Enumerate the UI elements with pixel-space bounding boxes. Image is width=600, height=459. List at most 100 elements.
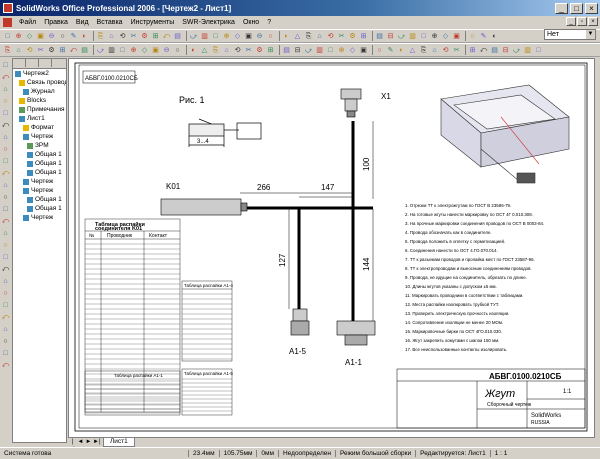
tree-node[interactable]: Blocks [13,96,66,105]
left-toolbar-tool-icon[interactable]: ⤺ [1,73,10,82]
toolbar-tool-icon[interactable]: ⌂ [430,46,439,55]
tree-node[interactable]: Лист1 [13,114,66,123]
toolbar-tool-icon[interactable]: ⊟ [501,46,510,55]
toolbar-tool-icon[interactable]: ◐ [490,32,499,41]
toolbar-tool-icon[interactable]: ◇ [140,46,149,55]
maximize-button[interactable]: □ [570,2,583,14]
toolbar-tool-icon[interactable]: ⊖ [255,32,264,41]
toolbar-tool-icon[interactable]: ⌂ [315,32,324,41]
tree-node[interactable]: Общая 1 [13,204,66,213]
toolbar-tool-icon[interactable]: ⊞ [58,46,67,55]
toolbar-tool-icon[interactable]: ⊞ [266,46,275,55]
tree-node[interactable]: Общая 1 [13,159,66,168]
toolbar-tool-icon[interactable]: ⚙ [348,32,357,41]
close-button[interactable]: × [585,2,598,14]
tree-node[interactable]: Общая 1 [13,195,66,204]
left-toolbar-tool-icon[interactable]: ○ [1,193,10,202]
toolbar-tool-icon[interactable]: ◐ [80,32,89,41]
toolbar-tool-icon[interactable]: ⊕ [129,46,138,55]
toolbar-tool-icon[interactable]: ▣ [244,32,253,41]
left-toolbar-tool-icon[interactable]: ○ [1,97,10,106]
toolbar-tool-icon[interactable]: ✂ [129,32,138,41]
chevron-down-icon[interactable]: ▼ [586,30,595,39]
toolbar-tool-icon[interactable]: ⊟ [293,46,302,55]
toolbar-tool-icon[interactable]: ◇ [348,46,357,55]
toolbar-tool-icon[interactable]: ▥ [523,46,532,55]
toolbar-tool-icon[interactable]: ◐ [397,46,406,55]
toolbar-tool-icon[interactable]: ⚙ [255,46,264,55]
toolbar-tool-icon[interactable]: ✎ [479,32,488,41]
tree-node[interactable]: Общая 1 [13,168,66,177]
toolbar-tool-icon[interactable]: ◐ [282,32,291,41]
toolbar-tool-icon[interactable]: ⊞ [468,46,477,55]
toolbar-tool-icon[interactable]: ⟲ [326,32,335,41]
toolbar-tool-icon[interactable]: ✂ [36,46,45,55]
left-toolbar-tool-icon[interactable]: ⤺ [1,121,10,130]
toolbar-tool-icon[interactable]: ◇ [441,32,450,41]
toolbar-tool-icon[interactable]: ▤ [375,32,384,41]
toolbar-tool-icon[interactable]: ▥ [408,32,417,41]
tree-node[interactable]: Чертеж2 [13,69,66,78]
tree-node[interactable]: Связь проводов [13,78,66,87]
toolbar-tool-icon[interactable]: ⎘ [3,46,12,55]
toolbar-tool-icon[interactable]: ✂ [337,32,346,41]
toolbar-tool-icon[interactable]: ⤺ [479,46,488,55]
toolbar-tool-icon[interactable]: ⊕ [430,32,439,41]
left-toolbar-tool-icon[interactable]: □ [1,157,10,166]
toolbar-tool-icon[interactable]: ⚙ [140,32,149,41]
layer-combo[interactable]: Нет ▼ [544,29,596,40]
toolbar-tool-icon[interactable]: ⟲ [441,46,450,55]
menu-edit[interactable]: Правка [40,19,72,26]
toolbar-tool-icon[interactable]: ○ [468,32,477,41]
left-toolbar-tool-icon[interactable]: □ [1,205,10,214]
prev-sheet-button[interactable]: ◄ [77,439,84,446]
left-toolbar-tool-icon[interactable]: ⤺ [1,217,10,226]
toolbar-tool-icon[interactable]: □ [534,46,543,55]
tree-node[interactable]: Журнал [13,87,66,96]
tree-node[interactable]: Чертеж [13,213,66,222]
tree-node[interactable]: Примечания [13,105,66,114]
left-toolbar-tool-icon[interactable]: □ [1,301,10,310]
toolbar-tool-icon[interactable]: ◐ [189,46,198,55]
toolbar-tool-icon[interactable]: ⟲ [25,46,34,55]
tree-tab-config[interactable] [39,59,52,67]
toolbar-tool-icon[interactable]: ⟲ [118,32,127,41]
toolbar-tool-icon[interactable]: ○ [375,46,384,55]
toolbar-tool-icon[interactable]: ▤ [173,32,182,41]
toolbar-tool-icon[interactable]: □ [3,32,12,41]
first-sheet-button[interactable]: |◄ [69,439,76,452]
menu-view[interactable]: Вид [72,19,93,26]
toolbar-tool-icon[interactable]: ⤻ [189,32,198,41]
toolbar-tool-icon[interactable]: ⊟ [386,32,395,41]
toolbar-tool-icon[interactable]: ▥ [107,46,116,55]
tree-node[interactable]: Чертеж [13,186,66,195]
last-sheet-button[interactable]: ►| [93,439,101,446]
doc-restore-button[interactable]: ▫ [577,17,587,26]
toolbar-tool-icon[interactable]: △ [200,46,209,55]
toolbar-tool-icon[interactable]: ▤ [80,46,89,55]
toolbar-tool-icon[interactable]: ⎘ [96,32,105,41]
toolbar-tool-icon[interactable]: ⤻ [512,46,521,55]
tree-node[interactable]: Общая 1 [13,150,66,159]
toolbar-tool-icon[interactable]: ▥ [315,46,324,55]
toolbar-tool-icon[interactable]: ⎘ [211,46,220,55]
toolbar-tool-icon[interactable]: □ [211,32,220,41]
doc-close-button[interactable]: × [588,17,598,26]
toolbar-tool-icon[interactable]: ⤻ [304,46,313,55]
toolbar-tool-icon[interactable]: ⚙ [47,46,56,55]
toolbar-tool-icon[interactable]: ⟲ [233,46,242,55]
menu-window[interactable]: Окно [239,19,263,26]
toolbar-tool-icon[interactable]: ⎘ [304,32,313,41]
toolbar-tool-icon[interactable]: ▤ [282,46,291,55]
toolbar-tool-icon[interactable]: ⊕ [222,32,231,41]
left-toolbar-tool-icon[interactable]: ⤺ [1,265,10,274]
toolbar-tool-icon[interactable]: ○ [266,32,275,41]
toolbar-tool-icon[interactable]: ⊖ [162,46,171,55]
toolbar-tool-icon[interactable]: □ [419,32,428,41]
left-toolbar-tool-icon[interactable]: □ [1,109,10,118]
left-toolbar-tool-icon[interactable]: ⌂ [1,133,10,142]
left-toolbar-tool-icon[interactable]: ○ [1,337,10,346]
toolbar-tool-icon[interactable]: ⊞ [359,32,368,41]
left-toolbar-tool-icon[interactable]: ○ [1,241,10,250]
toolbar-tool-icon[interactable]: □ [118,46,127,55]
